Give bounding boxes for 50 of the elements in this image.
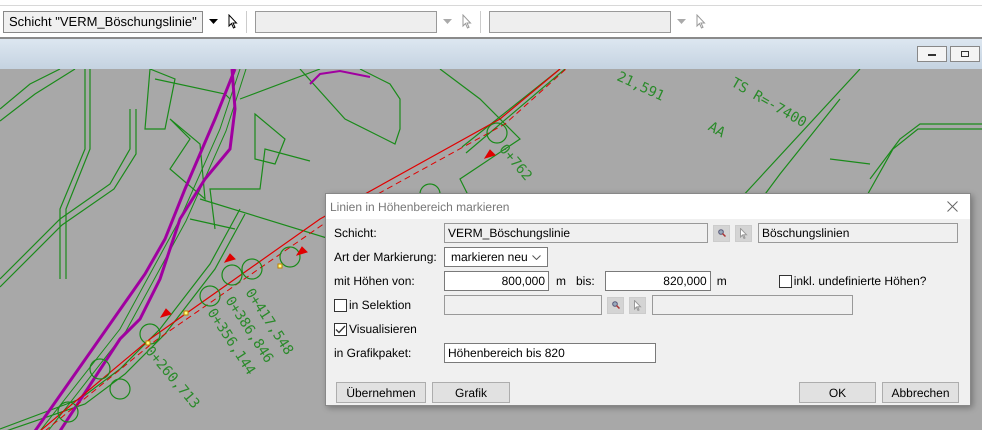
search-icon: [612, 301, 620, 309]
selection-info-field[interactable]: [652, 295, 853, 315]
direction-arrow-icon: [484, 149, 496, 159]
checkbox-label: in Selektion: [349, 298, 412, 312]
dialog-title: Linien in Höhenbereich markieren: [330, 200, 510, 214]
dialog-button[interactable]: Übernehmen: [336, 382, 426, 403]
marking-select[interactable]: markieren neu: [444, 247, 548, 267]
dialog-button[interactable]: OK: [799, 382, 876, 403]
point-marker: [184, 310, 188, 316]
chevron-icon: [532, 254, 541, 260]
restore-icon: [960, 50, 970, 58]
close-icon[interactable]: [947, 201, 958, 212]
dropdown-arrow-icon[interactable]: [208, 19, 218, 24]
checkbox[interactable]: [334, 322, 347, 336]
direction-arrow-icon: [160, 308, 172, 318]
height-to-field[interactable]: 820,000: [604, 271, 711, 291]
layer-field[interactable]: VERM_Böschungslinie: [444, 223, 708, 243]
combo-box[interactable]: Schicht "VERM_Böschungslinie": [3, 10, 203, 32]
field-label: in Grafikpaket:: [334, 346, 412, 360]
minimize-button[interactable]: [917, 46, 947, 62]
selection-field[interactable]: [444, 295, 602, 315]
pointer-icon: [634, 300, 642, 310]
checkbox[interactable]: [778, 274, 792, 288]
field-label: Art der Markierung:: [334, 250, 438, 264]
checkbox-label: inkl. undefinierte Höhen?: [794, 274, 926, 288]
checkbox[interactable]: [334, 298, 347, 312]
search-button[interactable]: [607, 296, 624, 314]
restore-button[interactable]: [950, 46, 980, 62]
description-field[interactable]: Böschungslinien: [758, 223, 958, 243]
direction-arrow-icon: [224, 253, 236, 263]
search-icon: [718, 229, 726, 237]
search-button[interactable]: [713, 224, 730, 242]
field-label: Schicht:: [334, 226, 378, 240]
height-from-field[interactable]: 800,000: [444, 271, 549, 291]
dialog-button[interactable]: Grafik: [432, 382, 510, 403]
point-marker: [146, 340, 150, 346]
unit-label: m: [716, 274, 727, 288]
pointer-button[interactable]: [735, 224, 752, 242]
package-field[interactable]: Höhenbereich bis 820: [444, 343, 656, 363]
checkbox-label: Visualisieren: [349, 322, 417, 336]
unit-label: m: [556, 274, 566, 288]
pointer-button[interactable]: [629, 296, 646, 314]
field-label: bis:: [576, 274, 595, 288]
direction-arrow-icon: [296, 246, 308, 256]
pointer-icon[interactable]: [228, 14, 238, 29]
dialog-button[interactable]: Abbrechen: [882, 382, 959, 403]
field-label: mit Höhen von:: [334, 274, 416, 288]
point-marker: [278, 264, 282, 268]
map-label: AA: [705, 118, 728, 142]
pointer-icon: [740, 228, 748, 238]
